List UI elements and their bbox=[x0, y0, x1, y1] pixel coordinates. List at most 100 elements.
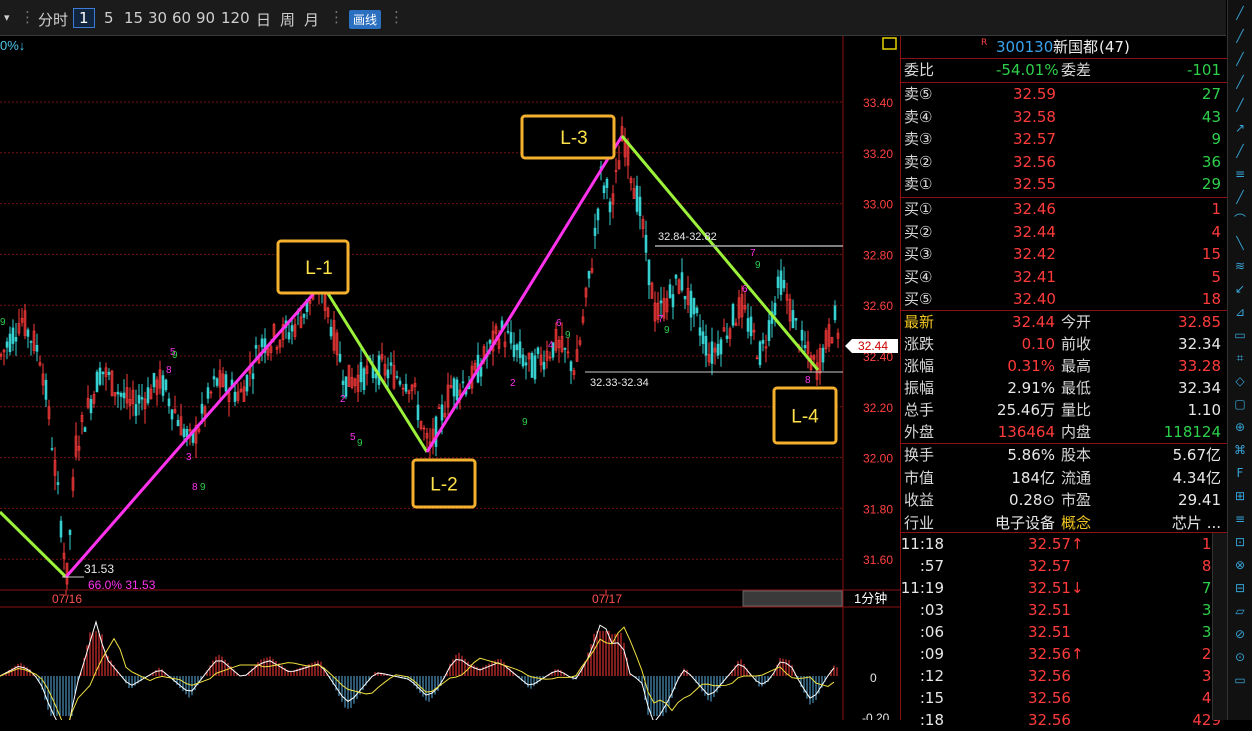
drawing-tool-icon[interactable]: ⌘ bbox=[1232, 443, 1248, 457]
td-count-mark: 6 bbox=[556, 318, 562, 329]
tick-time: :12 bbox=[919, 667, 944, 685]
stat-label: 涨跌 bbox=[904, 335, 935, 353]
candle-body bbox=[710, 341, 714, 364]
candle-body bbox=[692, 297, 696, 315]
drawing-tool-icon[interactable]: ╱ bbox=[1232, 75, 1248, 89]
drawing-tool-icon[interactable]: ╱ bbox=[1232, 52, 1248, 66]
drawing-tool-icon[interactable]: ⊗ bbox=[1232, 558, 1248, 572]
period-90min[interactable]: 90 bbox=[196, 9, 215, 27]
period-15min[interactable]: 15 bbox=[124, 9, 143, 27]
period-60min[interactable]: 60 bbox=[172, 9, 191, 27]
period-month[interactable]: 月 bbox=[304, 9, 319, 30]
candle-body bbox=[116, 391, 120, 395]
candle-body bbox=[434, 416, 438, 447]
top-left-label: 0%↓ bbox=[0, 38, 25, 53]
period-week[interactable]: 周 bbox=[280, 9, 295, 30]
kline-chart[interactable]: 33.4033.2033.0032.8032.6032.4032.2032.00… bbox=[0, 36, 900, 720]
range-label-upper: 32.84-32.82 bbox=[658, 231, 717, 243]
stat-label: 最新 bbox=[904, 313, 935, 331]
tick-price: 32.51↓ bbox=[1028, 579, 1084, 597]
candle-body bbox=[683, 295, 687, 300]
candle-body bbox=[776, 276, 780, 288]
period-1min[interactable]: 1 bbox=[73, 8, 95, 28]
toolbar-divider: ⋮ bbox=[20, 8, 35, 26]
drawing-tool-icon[interactable]: ⊡ bbox=[1232, 535, 1248, 549]
bid-volume: 4 bbox=[1211, 222, 1221, 241]
period-120min[interactable]: 120 bbox=[221, 9, 250, 27]
ask-price: 32.59 bbox=[1013, 85, 1056, 103]
drawing-tool-icon[interactable]: ⊿ bbox=[1232, 305, 1248, 319]
bid-label: 买④ bbox=[904, 267, 933, 286]
drawing-tool-icon[interactable]: ╱ bbox=[1232, 29, 1248, 43]
drawing-tool-icon[interactable]: ╲ bbox=[1232, 236, 1248, 250]
candle-body bbox=[233, 391, 237, 402]
stat-value: 118124 bbox=[1163, 423, 1221, 441]
drawing-tool-icon[interactable]: ⊞ bbox=[1232, 489, 1248, 503]
candle-body bbox=[668, 284, 672, 298]
candle-body bbox=[14, 336, 18, 342]
tick-row: :1232.5634 bbox=[901, 665, 1227, 687]
y-tick-label: 33.40 bbox=[863, 96, 893, 110]
period-5min[interactable]: 5 bbox=[104, 9, 114, 27]
td-count-mark: 8 bbox=[166, 365, 172, 376]
bid-label: 买⑤ bbox=[904, 290, 933, 309]
candle-body bbox=[5, 341, 9, 348]
td-count-mark: 9 bbox=[357, 438, 363, 449]
drawing-tool-icon[interactable]: ▱ bbox=[1232, 604, 1248, 618]
drawing-tool-icon[interactable]: F bbox=[1232, 466, 1248, 480]
draw-line-button[interactable]: 画线 bbox=[349, 10, 382, 29]
drawing-tool-icon[interactable]: ⊙ bbox=[1232, 650, 1248, 664]
td-count-mark: 9 bbox=[565, 330, 571, 341]
drawing-tool-icon[interactable]: ▭ bbox=[1232, 328, 1248, 342]
stat-row: 振幅 2.91% 最低 32.34 bbox=[901, 377, 1227, 399]
fund-row: 换手 5.86% 股本 5.67亿 bbox=[901, 444, 1227, 466]
drawing-tool-icon[interactable]: ▭ bbox=[1232, 673, 1248, 687]
candle-body bbox=[395, 376, 399, 378]
stat-value: 0.10 bbox=[1021, 335, 1055, 353]
candle-body bbox=[287, 332, 291, 340]
ask-label: 卖③ bbox=[904, 130, 933, 149]
current-price-value: 32.44 bbox=[858, 339, 888, 353]
drawing-tool-icon[interactable]: ⌒ bbox=[1232, 213, 1248, 227]
tick-time: :03 bbox=[919, 601, 944, 619]
drawing-tool-icon[interactable]: ⊟ bbox=[1232, 581, 1248, 595]
stat-value: 33.28 bbox=[1178, 357, 1221, 375]
drawing-tool-icon[interactable]: ⌗ bbox=[1232, 351, 1248, 365]
candle-body bbox=[518, 341, 522, 358]
bid-price: 32.46 bbox=[1013, 200, 1056, 218]
range-label-lower: 32.33-32.34 bbox=[590, 377, 649, 389]
td-count-mark: 8 bbox=[805, 375, 811, 386]
tick-time: 11:19 bbox=[900, 579, 944, 597]
drawing-tool-icon[interactable]: ╱ bbox=[1232, 6, 1248, 20]
drawing-tool-icon[interactable]: ⊕ bbox=[1232, 420, 1248, 434]
tick-row: :0932.56↑20 bbox=[901, 643, 1227, 665]
candle-body bbox=[134, 404, 138, 416]
candle-body bbox=[587, 270, 591, 279]
drawing-tool-icon[interactable]: ≡ bbox=[1232, 512, 1248, 526]
drawing-tool-icon[interactable]: ╱ bbox=[1232, 144, 1248, 158]
drawing-tool-icon[interactable]: ▢ bbox=[1232, 397, 1248, 411]
drawing-tool-icon[interactable]: ↙ bbox=[1232, 282, 1248, 296]
drawing-tool-icon[interactable]: ≡ bbox=[1232, 167, 1248, 181]
y-tick-label: 31.80 bbox=[863, 502, 893, 516]
bid-label: 买① bbox=[904, 200, 933, 218]
drawing-tool-icon[interactable]: ≋ bbox=[1232, 259, 1248, 273]
drawing-tool-icon[interactable]: ↗ bbox=[1232, 121, 1248, 135]
period-intraday[interactable]: 分时 bbox=[38, 9, 68, 30]
period-day[interactable]: 日 bbox=[256, 9, 271, 30]
td-count-mark: 9 bbox=[200, 482, 206, 493]
horizontal-scrollbar bbox=[742, 590, 843, 607]
drawing-tool-icon[interactable]: ╱ bbox=[1232, 190, 1248, 204]
stock-code: 300130 bbox=[996, 38, 1054, 56]
tick-scrollbar[interactable] bbox=[1212, 533, 1227, 720]
candle-body bbox=[386, 369, 390, 379]
stat-label: 最高 bbox=[1061, 357, 1092, 375]
drawing-tool-icon[interactable]: ╱ bbox=[1232, 98, 1248, 112]
drawing-tool-icon[interactable]: ⊘ bbox=[1232, 627, 1248, 641]
tick-time: :18 bbox=[919, 711, 944, 729]
candle-body bbox=[791, 310, 795, 329]
drawing-tool-icon[interactable]: ◇ bbox=[1232, 374, 1248, 388]
period-30min[interactable]: 30 bbox=[148, 9, 167, 27]
caret-down-icon[interactable]: ▾ bbox=[4, 11, 10, 24]
stat-value: 1.10 bbox=[1187, 401, 1221, 419]
